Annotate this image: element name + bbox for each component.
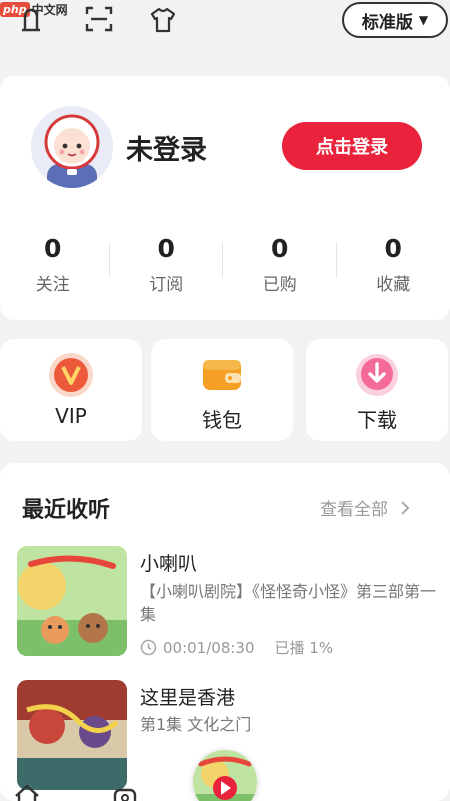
view-all-label: 查看全部 bbox=[320, 500, 388, 520]
vip-icon bbox=[49, 353, 93, 397]
download-button[interactable]: 下载 bbox=[306, 339, 448, 441]
wallet-button[interactable]: 钱包 bbox=[151, 339, 293, 441]
item-description: 第1集 文化之门 bbox=[140, 715, 252, 734]
stat-subscribed[interactable]: 0 订阅 bbox=[110, 234, 223, 295]
home-icon[interactable] bbox=[14, 784, 40, 801]
stat-value: 0 bbox=[384, 234, 402, 263]
stat-purchased[interactable]: 0 已购 bbox=[223, 234, 337, 295]
section-title: 最近收听 bbox=[22, 498, 111, 523]
edition-label: 标准版 bbox=[361, 12, 413, 33]
stat-label: 关注 bbox=[35, 275, 70, 295]
avatar[interactable] bbox=[31, 106, 113, 188]
stat-value: 0 bbox=[44, 234, 62, 263]
hongkong-cover-icon bbox=[17, 680, 127, 790]
view-all-link[interactable]: 查看全部 bbox=[320, 495, 410, 520]
download-icon bbox=[356, 354, 398, 396]
item-time: 00:01/08:30 bbox=[163, 638, 255, 657]
dropdown-arrow-icon: ▼ bbox=[418, 13, 429, 27]
stat-value: 0 bbox=[271, 234, 289, 263]
stats-row: 0 关注 0 订阅 0 已购 0 收藏 bbox=[0, 234, 450, 295]
chevron-right-icon bbox=[401, 500, 410, 515]
stat-value: 0 bbox=[157, 234, 175, 263]
username: 未登录 bbox=[126, 135, 207, 166]
cartoon-cover-icon bbox=[17, 546, 127, 656]
scan-icon[interactable] bbox=[84, 4, 114, 34]
item-cover[interactable] bbox=[17, 680, 127, 790]
wallet-label: 钱包 bbox=[202, 408, 242, 432]
stat-label: 订阅 bbox=[149, 275, 184, 295]
stat-favorites[interactable]: 0 收藏 bbox=[337, 234, 450, 295]
stat-label: 已购 bbox=[262, 275, 297, 295]
item-meta: 00:01/08:30 已播 1% bbox=[140, 637, 333, 658]
edition-selector[interactable]: 标准版 ▼ bbox=[342, 2, 448, 38]
radio-icon[interactable] bbox=[112, 784, 138, 801]
profile-card: 未登录 点击登录 0 关注 0 订阅 0 已购 0 收藏 bbox=[0, 76, 450, 320]
wallet-icon bbox=[203, 360, 241, 390]
vip-button[interactable]: VIP bbox=[0, 339, 142, 441]
top-bar: php 中文网 标准版 ▼ bbox=[0, 0, 450, 44]
item-description: 【小喇叭剧院】《怪怪奇小怪》第三部第一集 bbox=[140, 582, 437, 624]
item-cover[interactable] bbox=[17, 546, 127, 656]
item-played: 已播 1% bbox=[274, 639, 334, 657]
skin-icon[interactable] bbox=[148, 4, 178, 34]
vip-label: VIP bbox=[55, 404, 87, 428]
clock-icon bbox=[140, 639, 157, 656]
stat-label: 收藏 bbox=[376, 275, 411, 295]
download-label: 下载 bbox=[357, 408, 397, 432]
login-button[interactable]: 点击登录 bbox=[282, 122, 422, 170]
item-title[interactable]: 这里是香港 bbox=[140, 683, 235, 710]
item-title[interactable]: 小喇叭 bbox=[140, 549, 197, 576]
astronaut-avatar-icon bbox=[31, 106, 113, 188]
stat-following[interactable]: 0 关注 bbox=[0, 234, 110, 295]
bell-icon[interactable] bbox=[16, 4, 46, 34]
